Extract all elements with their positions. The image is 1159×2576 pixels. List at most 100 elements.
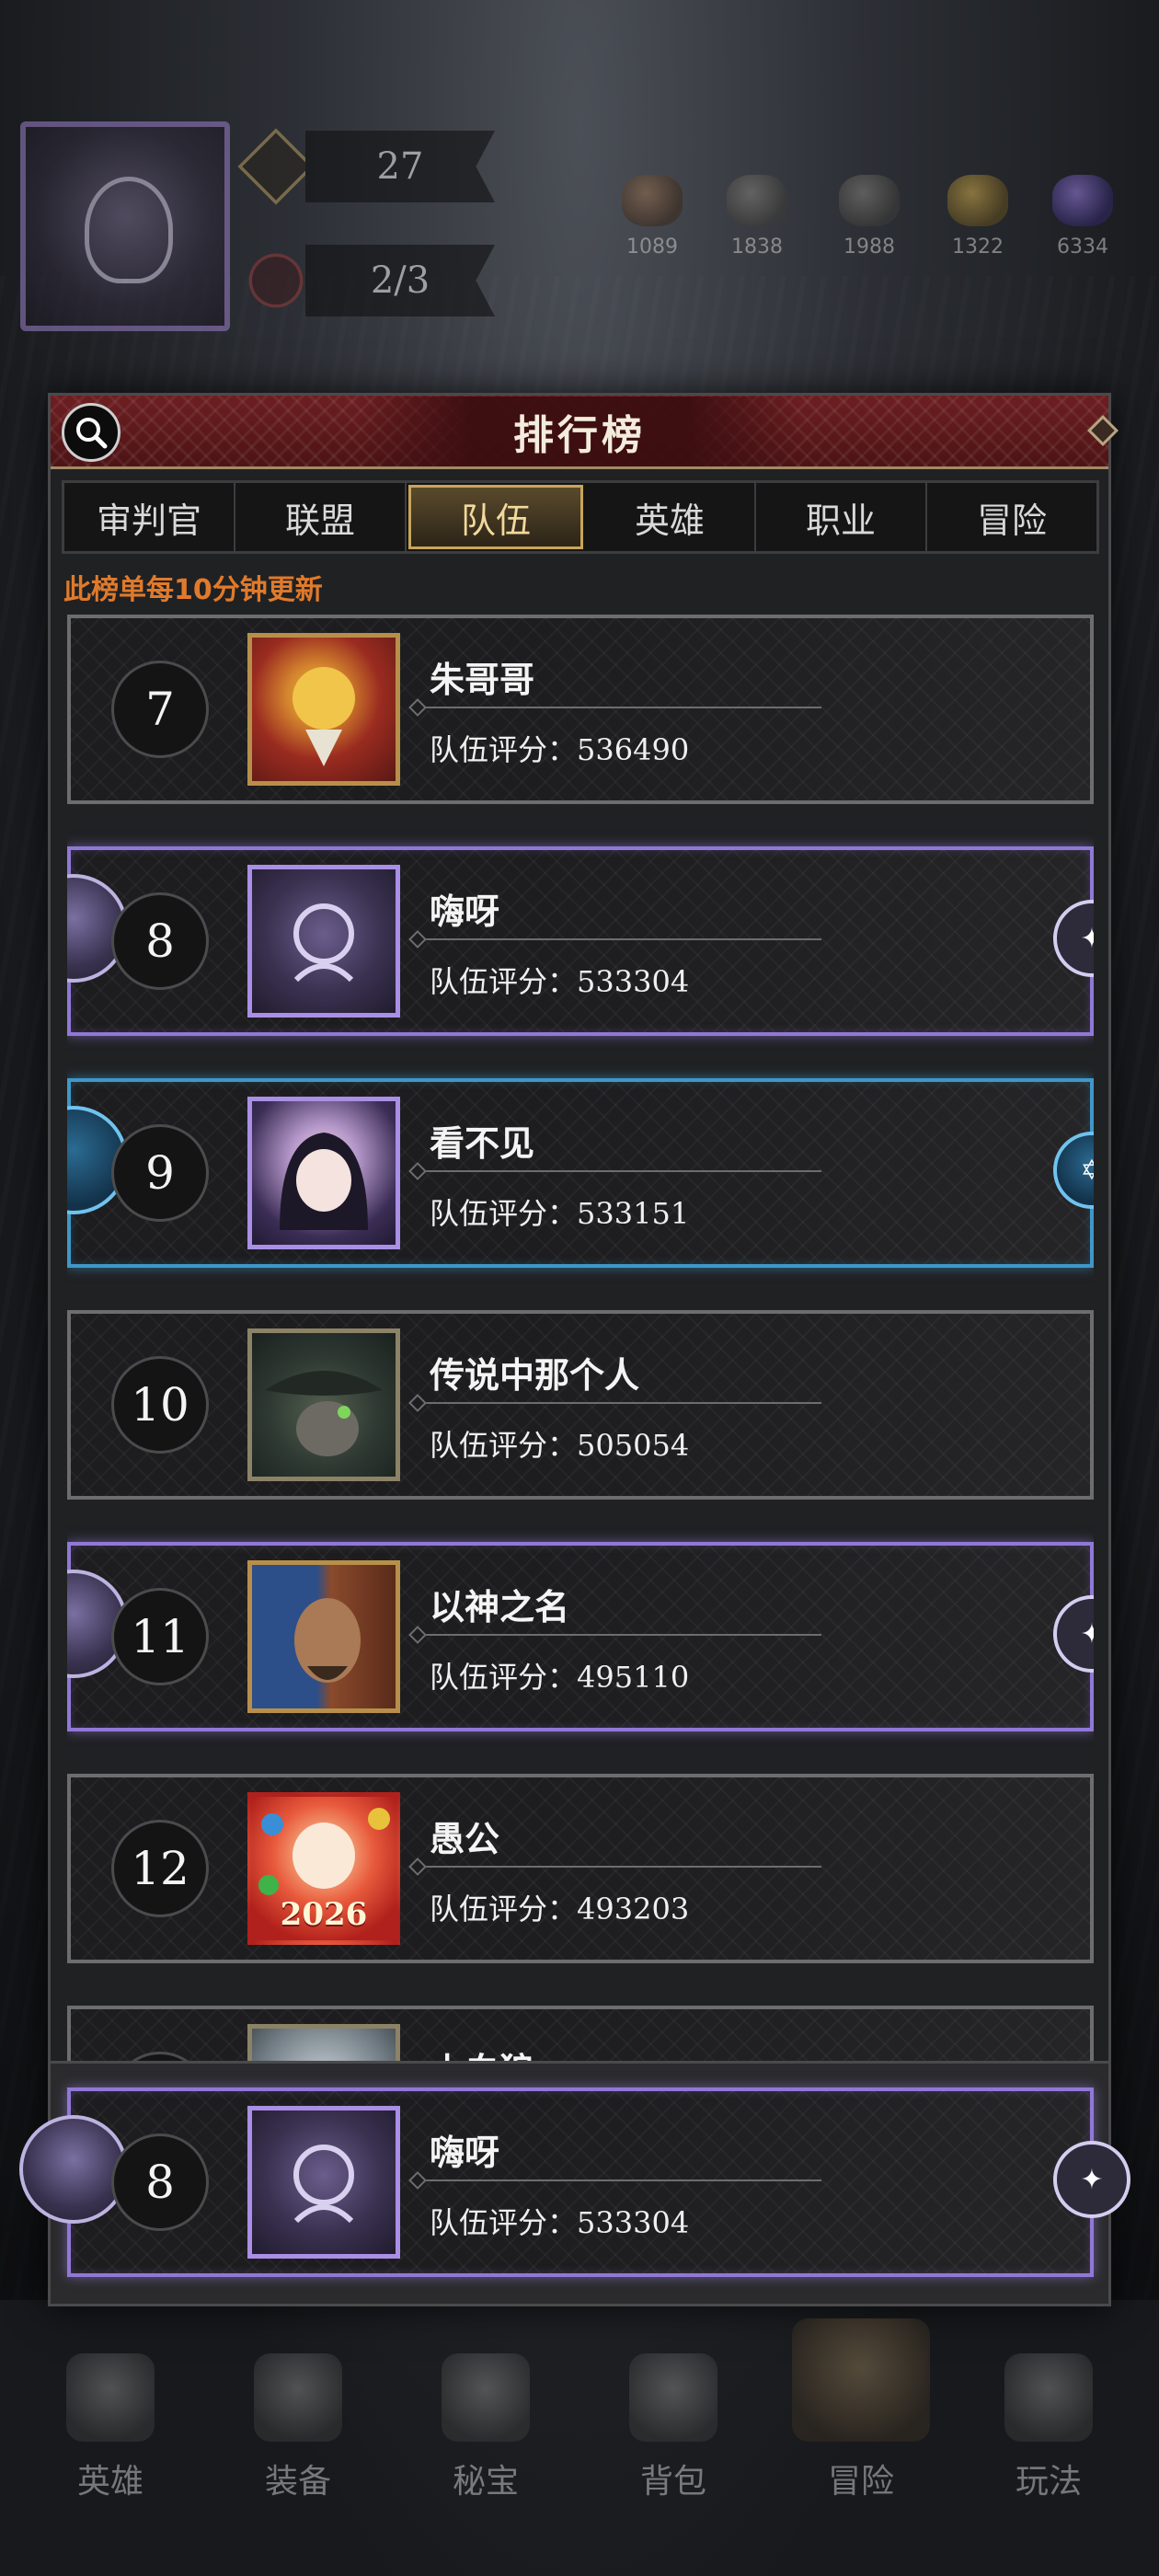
search-icon: [76, 418, 108, 449]
player-name: 朱哥哥: [430, 660, 535, 700]
heart-icon: [237, 242, 315, 319]
team-score: 队伍评分：505054: [430, 1428, 690, 1463]
sword-icon: [254, 2353, 342, 2442]
nav-equipment[interactable]: 装备: [224, 2318, 372, 2502]
bag-icon: [629, 2353, 717, 2442]
row-divider: [413, 1170, 821, 1172]
team-avatar[interactable]: [247, 1097, 400, 1249]
star-badge-icon: ✦: [1053, 900, 1094, 977]
my-rank-row[interactable]: 8 嗨呀 队伍评分：533304 ✦: [19, 2087, 1130, 2277]
ranking-list[interactable]: 7 朱哥哥 队伍评分：536490 8 嗨呀 队伍评分：533304 ✦ 9 看…: [67, 615, 1094, 2068]
my-rank-panel: 8 嗨呀 队伍评分：533304 ✦: [19, 2061, 1130, 2304]
team-score: 队伍评分：536490: [430, 732, 690, 767]
team-score: 队伍评分：533151: [430, 1196, 690, 1231]
list-item[interactable]: 11 以神之名 队伍评分：495110 ✦: [67, 1542, 1094, 1731]
top-hud: 27 2/3 1089 1838 1988 1322 6334: [0, 0, 1159, 386]
nav-treasure[interactable]: 秘宝: [412, 2318, 559, 2502]
resource-gold: 1322: [936, 175, 1019, 259]
nav-bag[interactable]: 背包: [600, 2318, 747, 2502]
team-avatar[interactable]: [247, 2106, 400, 2259]
count-stat: 2/3: [237, 242, 495, 319]
row-divider: [413, 707, 821, 708]
team-avatar[interactable]: 2026: [247, 1792, 400, 1945]
list-item[interactable]: 7 朱哥哥 队伍评分：536490: [67, 615, 1094, 804]
search-button[interactable]: [62, 403, 120, 462]
team-score: 队伍评分：495110: [430, 1660, 690, 1695]
tab-hero[interactable]: 英雄: [585, 483, 756, 551]
resource-stone: 1988: [828, 175, 911, 259]
row-divider: [413, 1866, 821, 1868]
sun-crest-icon: [293, 667, 355, 766]
player-portrait: [20, 121, 230, 331]
team-score: 队伍评分：493203: [430, 1892, 690, 1926]
compass-icon: [237, 128, 315, 205]
cathedral-icon: [1004, 2353, 1093, 2442]
team-avatar[interactable]: [247, 633, 400, 786]
gold-icon: [947, 175, 1008, 226]
modal-title: 排行榜: [357, 396, 802, 466]
iron-icon: [727, 175, 787, 226]
list-item[interactable]: 12 2026 愚公 队伍评分：493203: [67, 1774, 1094, 1963]
tab-bar: 审判官 联盟 队伍 英雄 职业 冒险: [62, 480, 1099, 554]
row-divider: [413, 1402, 821, 1404]
star-badge-icon: ✦: [1053, 1595, 1094, 1673]
hat-man-icon: [265, 1371, 383, 1456]
update-notice: 此榜单每10分钟更新: [63, 574, 323, 606]
team-avatar[interactable]: [247, 1328, 400, 1481]
level-stat: 27: [237, 128, 495, 205]
stone-icon: [839, 175, 900, 226]
rank-number: 11: [111, 1588, 209, 1685]
leaderboard-modal: 排行榜 审判官 联盟 队伍 英雄 职业 冒险 此榜单每10分钟更新 7 朱哥哥 …: [19, 393, 1130, 2306]
list-item[interactable]: 9 看不见 队伍评分：533151 ✡: [67, 1078, 1094, 1268]
resource-crystal: 6334: [1041, 175, 1124, 259]
wood-icon: [622, 175, 683, 226]
tab-adventure[interactable]: 冒险: [927, 483, 1096, 551]
tab-class[interactable]: 职业: [756, 483, 927, 551]
treasure-icon: [442, 2353, 530, 2442]
team-score: 队伍评分：533304: [430, 2205, 690, 2240]
tab-judge[interactable]: 审判官: [64, 483, 235, 551]
player-name: 嗨呀: [430, 2133, 500, 2173]
player-name: 愚公: [430, 1819, 500, 1859]
nav-play[interactable]: 玩法: [975, 2318, 1122, 2502]
tab-team[interactable]: 队伍: [408, 485, 583, 549]
list-item[interactable]: 小白狼: [67, 2006, 1094, 2068]
rune-emblem-icon: [293, 903, 354, 983]
team-avatar[interactable]: [247, 1560, 400, 1713]
resource-iron: 1838: [716, 175, 798, 259]
rank-number: 8: [111, 2133, 209, 2231]
nav-hero[interactable]: 英雄: [37, 2318, 184, 2502]
team-avatar[interactable]: [247, 865, 400, 1018]
list-item[interactable]: 8 嗨呀 队伍评分：533304 ✦: [67, 846, 1094, 1036]
team-score: 队伍评分：533304: [430, 964, 690, 999]
row-divider: [413, 1634, 821, 1636]
rank-number: 12: [111, 1820, 209, 1917]
anime-girl-icon: [280, 1133, 368, 1230]
count-value: 2/3: [305, 245, 495, 316]
hero-icon: [66, 2353, 155, 2442]
resource-wood: 1089: [611, 175, 694, 259]
tab-alliance[interactable]: 联盟: [235, 483, 407, 551]
player-name: 传说中那个人: [430, 1355, 640, 1396]
player-name: 嗨呀: [430, 891, 500, 932]
level-value: 27: [305, 131, 495, 202]
crystal-icon: [1052, 175, 1113, 226]
avatar-year-tag: 2026: [280, 1896, 368, 1933]
row-divider: [413, 2179, 821, 2181]
list-item[interactable]: 10 传说中那个人 队伍评分：505054: [67, 1310, 1094, 1500]
bottom-nav: 英雄 装备 秘宝 背包 冒险 玩法: [37, 2318, 1122, 2502]
split-face-icon: [294, 1598, 361, 1683]
rank-number: 9: [111, 1124, 209, 1222]
moon-emblem-icon: [19, 2115, 128, 2224]
hexagram-badge-icon: ✡: [1053, 1132, 1094, 1209]
rune-emblem-icon: [293, 2145, 354, 2224]
star-badge-icon: ✦: [1053, 2141, 1130, 2218]
rank-number: 10: [111, 1356, 209, 1454]
player-name: 看不见: [430, 1123, 535, 1164]
row-divider: [413, 938, 821, 940]
modal-header: 排行榜: [51, 396, 1119, 469]
rank-number: 7: [111, 661, 209, 758]
nav-adventure[interactable]: 冒险: [787, 2318, 935, 2502]
player-name: 以神之名: [430, 1587, 570, 1627]
rank-number: 8: [111, 892, 209, 990]
